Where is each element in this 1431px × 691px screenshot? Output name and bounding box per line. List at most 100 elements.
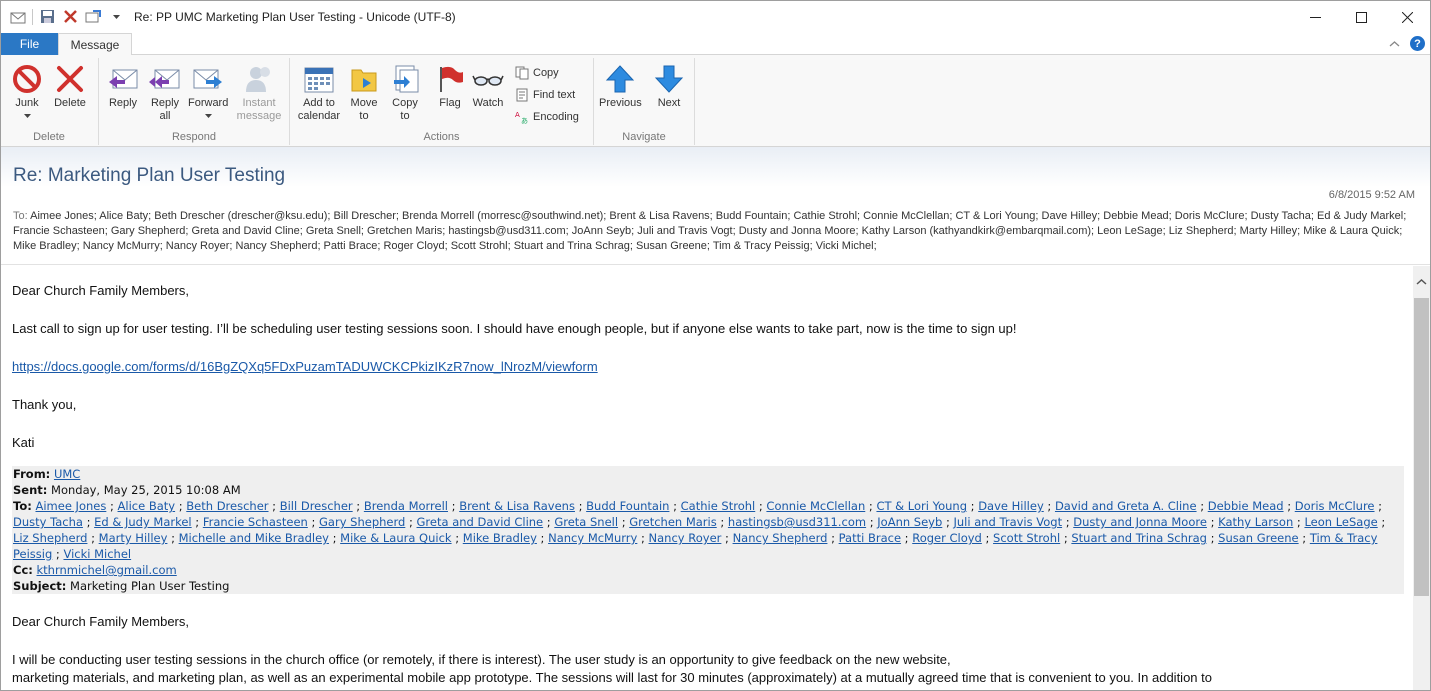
envelope-icon [9,8,26,25]
recipient-link[interactable]: Gretchen Maris [629,515,717,529]
recipient-link[interactable]: Alice Baty [118,499,176,513]
customize-toolbar-icon[interactable] [108,8,125,25]
from-label: From: [13,467,51,481]
recipient-link[interactable]: Beth Drescher [186,499,268,513]
recipient-link[interactable]: Greta and David Cline [417,515,544,529]
copy-button[interactable]: Copy [514,64,559,82]
vertical-scrollbar[interactable] [1413,266,1430,691]
recipient-link[interactable]: David and Greta A. Cline [1055,499,1197,513]
save-icon[interactable] [39,8,56,25]
recipient-link[interactable]: Vicki Michel [63,547,131,561]
paragraph-2-line-1: I will be conducting user testing sessio… [12,652,951,667]
recipient-link[interactable]: Mike Bradley [463,531,537,545]
scroll-up-icon[interactable] [1413,274,1430,290]
delete-button[interactable]: Delete [53,62,87,110]
recipient-link[interactable]: Patti Brace [839,531,901,545]
recipient-link[interactable]: Dusty and Jonna Moore [1073,515,1207,529]
reply-button[interactable]: Reply [106,62,140,110]
greeting-2: Dear Church Family Members, [12,614,189,629]
group-label-actions: Actions [423,131,460,143]
find-text-button[interactable]: Find text [514,86,575,104]
recipient-link[interactable]: Roger Cloyd [912,531,982,545]
recipient-link[interactable]: Michelle and Mike Bradley [179,531,329,545]
help-icon[interactable]: ? [1410,36,1425,51]
find-text-icon [514,88,529,103]
tab-message[interactable]: Message [58,33,132,56]
recipient-link[interactable]: CT & Lori Young [876,499,967,513]
recipient-link[interactable]: Juli and Travis Vogt [953,515,1062,529]
flag-icon [433,62,467,96]
instant-message-button[interactable]: Instant message [236,62,282,123]
minimize-button[interactable] [1292,1,1338,34]
fwd-subject: Marketing Plan User Testing [70,579,230,593]
recipient-link[interactable]: Debbie Mead [1208,499,1284,513]
recipient-link[interactable]: Budd Fountain [586,499,669,513]
arrow-up-icon [603,62,637,96]
recipient-link[interactable]: Doris McClure [1295,499,1375,513]
encoding-button[interactable]: Aあ Encoding [514,108,579,126]
recipient-link[interactable]: Aimee Jones [35,499,106,513]
recipient-link[interactable]: Nancy McMurry [548,531,637,545]
scrollbar-thumb[interactable] [1414,298,1429,596]
encoding-icon: Aあ [514,110,529,125]
recipient-link[interactable]: hastingsb@usd311.com [728,515,866,529]
recipient-link[interactable]: Connie McClellan [766,499,865,513]
title-bar: Re: PP UMC Marketing Plan User Testing -… [0,0,1431,33]
ribbon-tabs: File Message ? [0,33,1431,56]
recipient-link[interactable]: Brent & Lisa Ravens [459,499,575,513]
recipient-link[interactable]: Cathie Strohl [681,499,756,513]
recipient-link[interactable]: Ed & Judy Markel [94,515,192,529]
paragraph: Last call to sign up for user testing. I… [12,321,1017,336]
forward-button[interactable]: Forward [188,62,228,123]
window-title: Re: PP UMC Marketing Plan User Testing -… [134,10,456,24]
copy-to-button[interactable]: Copy to [389,62,421,123]
recipient-link[interactable]: Bill Drescher [280,499,353,513]
recipient-link[interactable]: Nancy Shepherd [733,531,828,545]
recipient-link[interactable]: Greta Snell [554,515,618,529]
recipient-link[interactable]: Mike & Laura Quick [340,531,451,545]
add-to-calendar-button[interactable]: Add to calendar [296,62,342,123]
recipient-link[interactable]: Scott Strohl [993,531,1060,545]
maximize-button[interactable] [1338,1,1384,34]
recipient-link[interactable]: Nancy Royer [649,531,722,545]
greeting: Dear Church Family Members, [12,283,189,298]
from-link[interactable]: UMC [54,467,80,481]
recipient-link[interactable]: Susan Greene [1218,531,1298,545]
collapse-ribbon-icon[interactable] [1389,37,1400,51]
reply-all-button[interactable]: Reply all [147,62,183,123]
sent-value: Monday, May 25, 2015 10:08 AM [51,483,241,497]
flag-button[interactable]: Flag [433,62,467,110]
delete-icon[interactable] [62,8,79,25]
message-date: 6/8/2015 9:52 AM [1328,189,1415,201]
recipient-link[interactable]: Francie Schasteen [203,515,308,529]
close-button[interactable] [1384,1,1430,34]
svg-text:あ: あ [521,117,528,124]
folder-move-icon [347,62,381,96]
recipients[interactable]: Aimee Jones; Alice Baty; Beth Drescher (… [13,210,1406,252]
recipient-link[interactable]: Liz Shepherd [13,531,87,545]
move-icon[interactable] [85,8,102,25]
tab-file[interactable]: File [1,33,58,55]
group-label-respond: Respond [171,131,217,143]
previous-button[interactable]: Previous [599,62,642,110]
recipient-link[interactable]: Brenda Morrell [364,499,448,513]
subject-label: Subject: [13,579,67,593]
cc-link[interactable]: kthrnmichel@gmail.com [37,563,177,577]
recipient-link[interactable]: Marty Hilley [99,531,168,545]
recipient-link[interactable]: Stuart and Trina Schrag [1071,531,1207,545]
watch-button[interactable]: Watch [471,62,505,110]
message-body: Dear Church Family Members, Last call to… [0,266,1412,691]
fwd-to-label: To: [13,499,32,513]
recipient-link[interactable]: Dusty Tacha [13,515,83,529]
recipient-link[interactable]: Gary Shepherd [319,515,405,529]
recipients-line: To: Aimee Jones; Alice Baty; Beth Dresch… [13,209,1418,254]
next-button[interactable]: Next [652,62,686,110]
signup-link[interactable]: https://docs.google.com/forms/d/16BgZQXq… [12,359,598,374]
arrow-down-icon [652,62,686,96]
junk-button[interactable]: Junk [10,62,44,123]
recipient-link[interactable]: JoAnn Seyb [877,515,942,529]
recipient-link[interactable]: Leon LeSage [1304,515,1377,529]
recipient-link[interactable]: Dave Hilley [978,499,1044,513]
move-to-button[interactable]: Move to [348,62,380,123]
recipient-link[interactable]: Kathy Larson [1218,515,1293,529]
